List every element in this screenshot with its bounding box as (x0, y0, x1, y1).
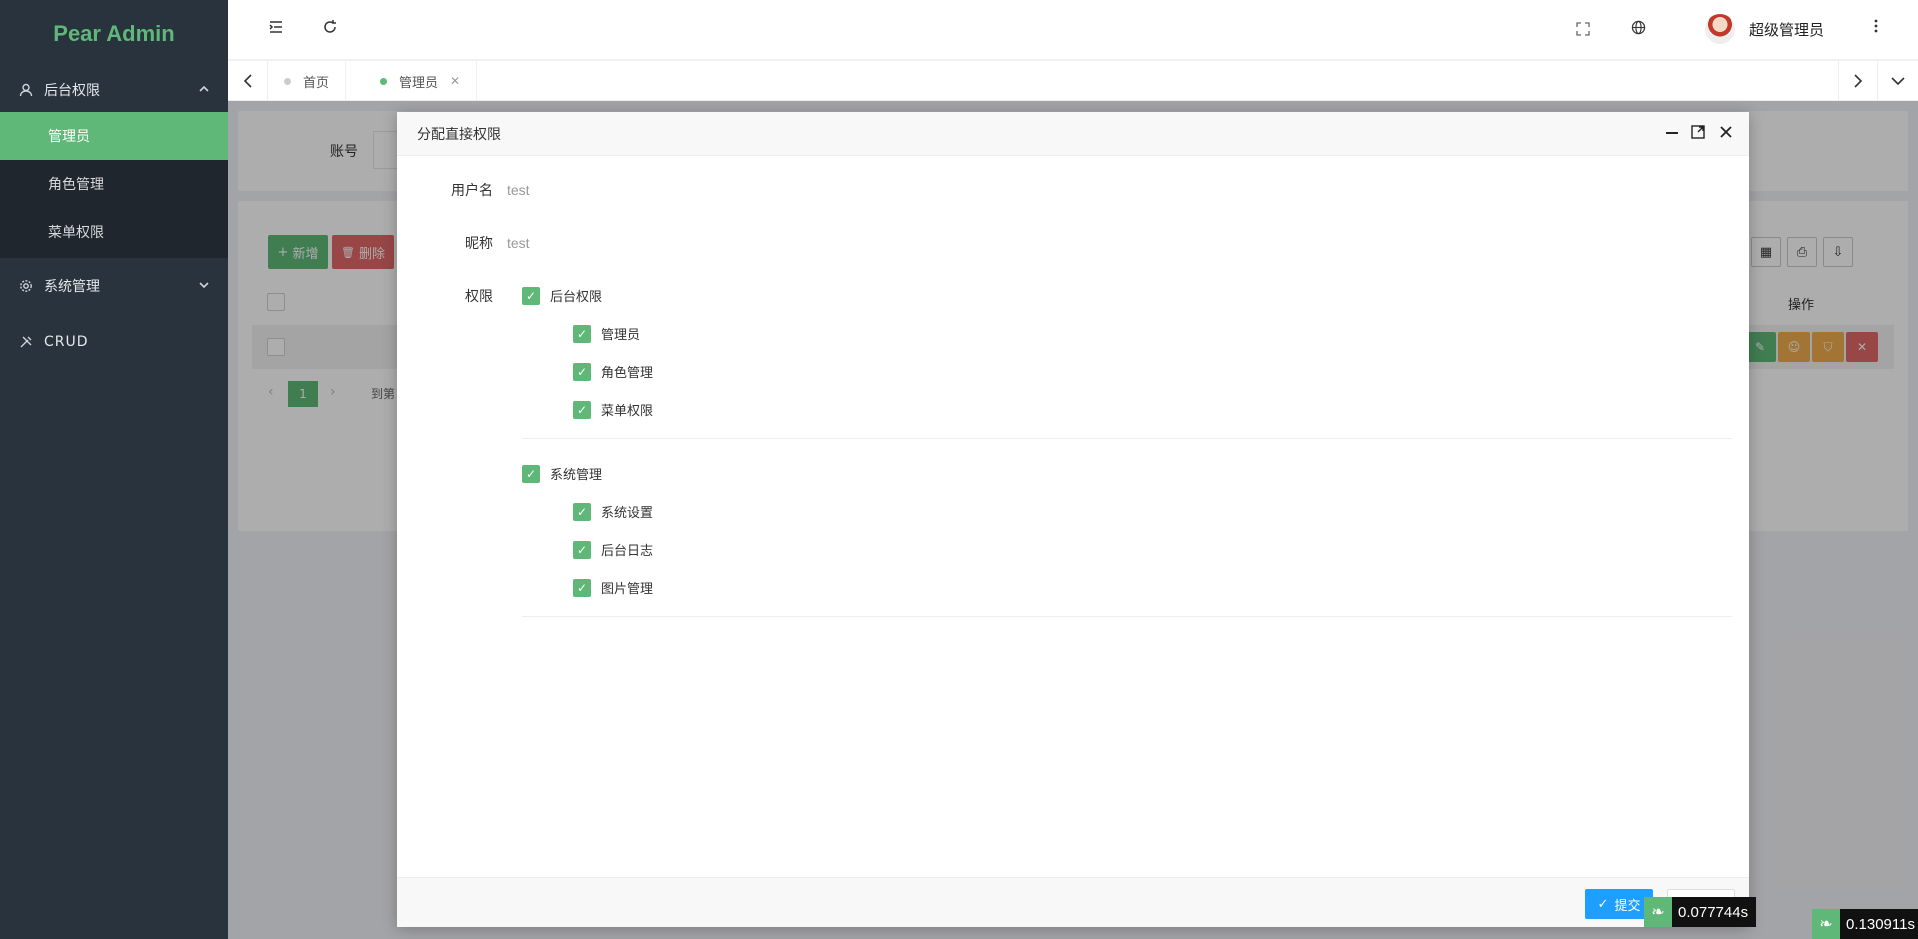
chevron-up-icon (198, 83, 210, 98)
more-vertical-icon[interactable] (1874, 18, 1878, 39)
nickname-row: 昵称 test (397, 233, 530, 253)
perm-checkbox-label: 角色管理 (601, 366, 654, 381)
sidebar-item-role-management[interactable]: 角色管理 (0, 160, 228, 208)
check-icon: ✓ (573, 400, 591, 419)
perm-checkbox-label: 系统设置 (601, 506, 654, 521)
perm-checkbox-label: 系统管理 (550, 468, 603, 483)
tab-admin[interactable]: 管理员 ✕ (364, 61, 478, 101)
permission-row: 权限 (397, 286, 507, 306)
sidebar-group-backend-permission[interactable]: 后台权限 (0, 68, 228, 112)
check-icon: ✓ (522, 464, 540, 483)
submit-button[interactable]: ✓ 提交 (1585, 889, 1653, 919)
timing-value: 0.077744s (1678, 903, 1749, 921)
sidebar-group-label: 系统管理 (44, 279, 100, 295)
nickname-label: 昵称 (465, 236, 493, 252)
sidebar-group-crud[interactable]: CRUD (0, 320, 228, 364)
close-icon[interactable] (1719, 124, 1733, 143)
perm-checkbox-image-management[interactable]: ✓ 图片管理 (573, 578, 653, 597)
perm-checkbox-backend-permission[interactable]: ✓ 后台权限 (522, 286, 602, 305)
perm-checkbox-role-management[interactable]: ✓ 角色管理 (573, 362, 653, 381)
user-name: 超级管理员 (1748, 20, 1824, 39)
sidebar-item-admin[interactable]: 管理员 (0, 112, 228, 160)
check-icon: ✓ (573, 540, 591, 559)
perm-checkbox-system-settings[interactable]: ✓ 系统设置 (573, 502, 653, 521)
timing-badge: ❧ 0.130911s (1812, 909, 1918, 939)
maximize-icon[interactable] (1691, 124, 1705, 143)
check-icon: ✓ (522, 286, 540, 305)
tab-status-dot (380, 77, 387, 85)
username-row: 用户名 test (397, 180, 530, 200)
user-icon (18, 83, 34, 97)
fullscreen-icon[interactable] (1576, 21, 1590, 41)
sidebar-group-label: CRUD (44, 334, 89, 350)
check-icon: ✓ (573, 502, 591, 521)
timing-badge: ❧ 0.077744s (1644, 897, 1757, 927)
sidebar: Pear Admin 后台权限 管理员 角色管理 菜单权限 系统管理 CRUD (0, 0, 228, 939)
sidebar-submenu: 管理员 角色管理 菜单权限 (0, 112, 228, 258)
tab-status-dot (284, 77, 291, 85)
close-tab-icon[interactable]: ✕ (450, 74, 460, 88)
globe-icon[interactable] (1631, 20, 1646, 40)
avatar (1704, 14, 1735, 44)
timing-value: 0.130911s (1846, 915, 1915, 933)
check-icon: ✓ (1597, 896, 1609, 912)
chevron-down-icon (198, 279, 210, 294)
app-logo[interactable]: Pear Admin (0, 0, 228, 68)
perm-checkbox-label: 后台权限 (550, 290, 603, 305)
leaf-icon: ❧ (1812, 909, 1840, 939)
assign-permission-dialog: 分配直接权限 用户名 test 昵称 test 权限 ✓ 后台权限 ✓ 管理员 … (397, 112, 1749, 927)
dialog-footer: ✓ 提交 (397, 877, 1749, 927)
group-divider (522, 616, 1732, 617)
dialog-title: 分配直接权限 (397, 112, 1749, 156)
submit-button-label: 提交 (1614, 898, 1641, 914)
tab-label: 首页 (303, 75, 330, 91)
perm-checkbox-menu-permission[interactable]: ✓ 菜单权限 (573, 400, 653, 419)
perm-checkbox-admin[interactable]: ✓ 管理员 (573, 324, 640, 343)
perm-checkbox-label: 管理员 (601, 328, 641, 343)
leaf-icon: ❧ (1644, 897, 1672, 927)
top-header: 超级管理员 (228, 0, 1918, 60)
perm-checkbox-backend-log[interactable]: ✓ 后台日志 (573, 540, 653, 559)
gear-icon (18, 279, 34, 293)
tab-scroll-left-icon[interactable] (228, 61, 268, 101)
tab-dropdown-icon[interactable] (1878, 61, 1918, 101)
tab-scroll-right-icon[interactable] (1838, 61, 1878, 101)
nickname-value: test (507, 235, 530, 251)
check-icon: ✓ (573, 324, 591, 343)
check-icon: ✓ (573, 362, 591, 381)
perm-checkbox-label: 后台日志 (601, 544, 654, 559)
sidebar-group-label: 后台权限 (44, 83, 100, 99)
menu-toggle-icon[interactable] (268, 19, 284, 40)
permission-label: 权限 (465, 289, 493, 305)
tab-label: 管理员 (399, 75, 439, 91)
refresh-icon[interactable] (322, 19, 338, 40)
tab-bar: 首页 管理员 ✕ (228, 61, 1918, 101)
perm-checkbox-label: 图片管理 (601, 582, 654, 597)
sidebar-group-system[interactable]: 系统管理 (0, 264, 228, 308)
check-icon: ✓ (573, 578, 591, 597)
username-value: test (507, 182, 530, 198)
sidebar-item-menu-permission[interactable]: 菜单权限 (0, 208, 228, 256)
user-menu[interactable]: 超级管理员 (1704, 14, 1824, 44)
username-label: 用户名 (451, 183, 493, 199)
tools-icon (18, 335, 34, 349)
perm-checkbox-system-management[interactable]: ✓ 系统管理 (522, 464, 602, 483)
group-divider (522, 438, 1732, 439)
perm-checkbox-label: 菜单权限 (601, 404, 654, 419)
minimize-icon[interactable] (1665, 124, 1679, 143)
tab-home[interactable]: 首页 (268, 61, 347, 101)
